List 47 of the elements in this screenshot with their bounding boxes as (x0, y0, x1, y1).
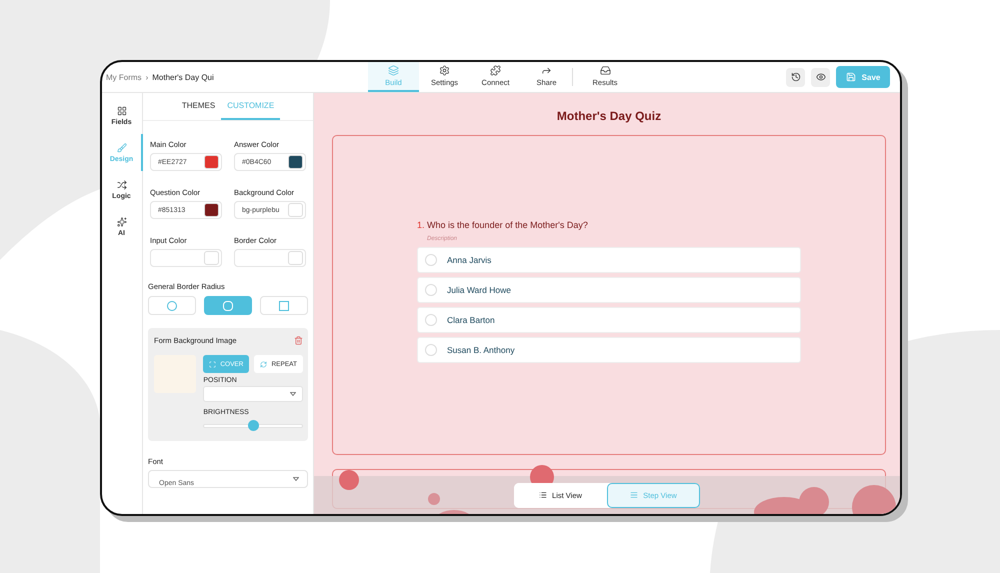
radio-button[interactable] (425, 254, 437, 266)
answer-option[interactable]: Susan B. Anthony (417, 337, 801, 363)
radius-option[interactable] (204, 296, 252, 315)
refresh-icon (260, 360, 268, 368)
history-icon (790, 72, 800, 82)
settings-icon (439, 65, 450, 76)
form-title: Mother's Day Quiz (556, 109, 662, 123)
radio-button[interactable] (425, 314, 437, 326)
panel-tab[interactable]: THEMES (176, 93, 222, 120)
caret-icon (293, 477, 299, 481)
layers-icon (388, 65, 399, 76)
breadcrumb-link[interactable]: My Forms (106, 72, 142, 82)
grid-icon (116, 106, 126, 116)
color-swatch[interactable] (288, 203, 303, 217)
answer-option[interactable]: Anna Jarvis (417, 247, 801, 273)
position-select[interactable] (203, 386, 303, 402)
brush-icon (116, 142, 126, 152)
square-icon (279, 300, 289, 310)
answer-option[interactable]: Julia Ward Howe (417, 277, 801, 303)
breadcrumb-current: Mother's Day Qui (152, 72, 214, 82)
color-swatch[interactable] (288, 251, 303, 265)
caret-icon (290, 392, 296, 396)
preview-button[interactable] (811, 68, 830, 86)
eye-icon (816, 72, 826, 82)
delete-icon[interactable] (294, 336, 303, 345)
color-swatch[interactable] (204, 155, 219, 169)
question-text: 1. Who is the founder of the Mother's Day? (417, 220, 589, 230)
breadcrumb-separator: › (146, 72, 148, 82)
lines-icon (630, 491, 638, 499)
puzzle-icon (490, 65, 501, 76)
color-field[interactable] (150, 249, 222, 267)
radio-button[interactable] (425, 344, 437, 356)
circle-icon (167, 300, 177, 310)
history-button[interactable] (786, 68, 805, 86)
sparkle-icon (116, 216, 126, 226)
color-swatch[interactable] (204, 203, 219, 217)
radio-button[interactable] (425, 284, 437, 296)
shuffle-icon (116, 180, 126, 190)
color-swatch[interactable] (204, 251, 219, 265)
share-arrow-icon (541, 65, 552, 76)
slider-thumb[interactable] (248, 420, 260, 431)
answer-option[interactable]: Clara Barton (417, 307, 801, 333)
color-swatch[interactable] (288, 155, 303, 169)
expand-icon (209, 360, 216, 368)
list-icon (539, 491, 548, 499)
color-field[interactable] (234, 249, 306, 267)
inbox-icon (600, 65, 610, 76)
